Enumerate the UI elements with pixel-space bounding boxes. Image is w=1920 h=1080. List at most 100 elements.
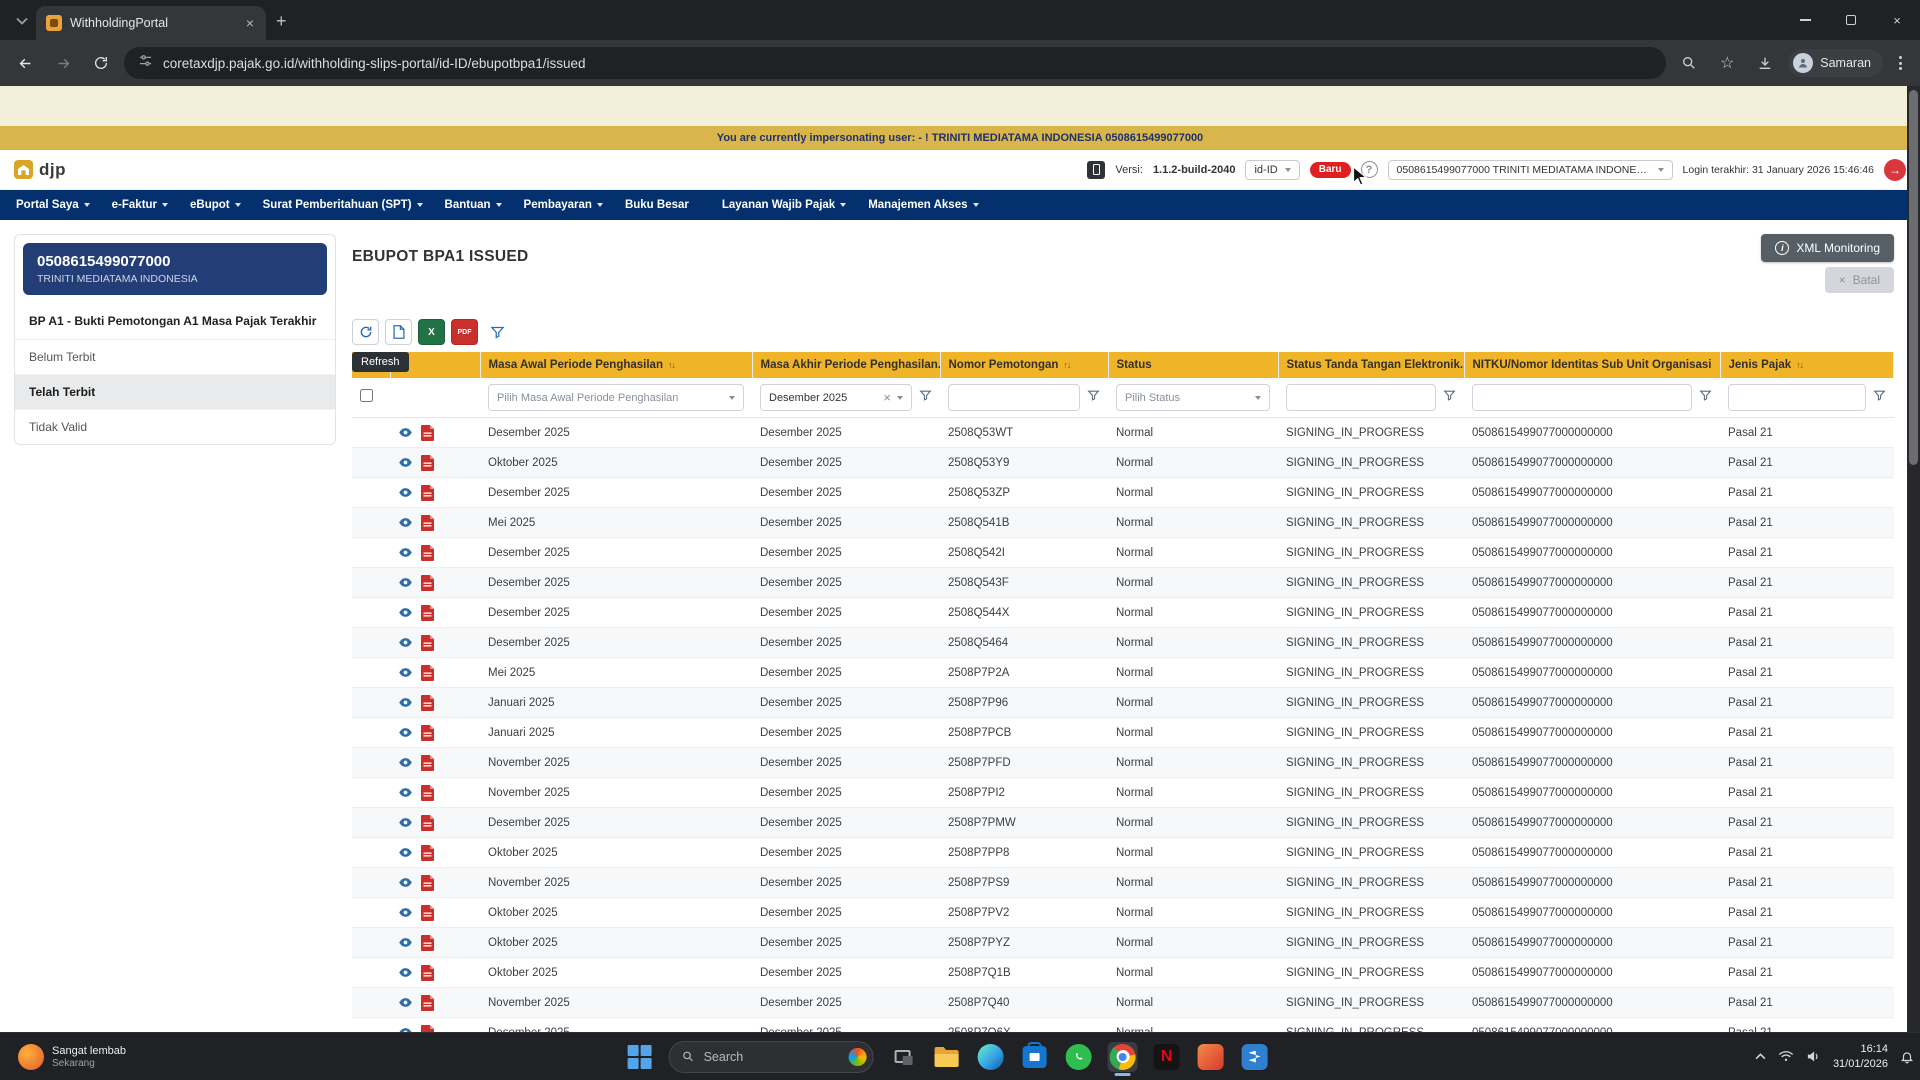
mobile-device-icon[interactable]	[1087, 160, 1106, 179]
masa-akhir-filter-select[interactable]: Desember 2025 ×	[760, 384, 912, 411]
file-explorer-icon[interactable]	[932, 1042, 962, 1072]
sort-icon[interactable]: ↑↓	[668, 360, 676, 370]
sidebar-filter-item[interactable]: Belum Terbit	[15, 340, 335, 375]
funnel-icon[interactable]	[1699, 389, 1712, 407]
bookmark-star-icon[interactable]: ☆	[1712, 48, 1742, 78]
sidebar-filter-item[interactable]: Telah Terbit	[15, 375, 335, 410]
site-settings-icon[interactable]	[138, 53, 153, 73]
browser-profile-chip[interactable]: Samaran	[1788, 49, 1883, 77]
start-button[interactable]	[625, 1042, 655, 1072]
funnel-icon[interactable]	[1087, 389, 1100, 407]
masa-awal-filter-select[interactable]: Pilih Masa Awal Periode Penghasilan	[488, 384, 744, 411]
pdf-download-icon[interactable]	[421, 724, 434, 741]
status-tte-filter-input[interactable]	[1286, 384, 1436, 411]
search-lens-icon[interactable]	[1674, 48, 1704, 78]
tray-chevron-icon[interactable]	[1755, 1053, 1766, 1060]
edge-icon[interactable]	[976, 1042, 1006, 1072]
funnel-icon[interactable]	[919, 389, 932, 407]
close-button[interactable]: ×	[1874, 0, 1920, 40]
status-filter-select[interactable]: Pilih Status	[1116, 384, 1270, 411]
nav-menu-item[interactable]: Bantuan	[445, 199, 502, 211]
task-view-icon[interactable]	[888, 1042, 918, 1072]
sort-icon[interactable]: ↑↓	[1063, 360, 1071, 370]
view-icon[interactable]	[398, 485, 413, 500]
view-icon[interactable]	[398, 965, 413, 980]
nav-menu-item[interactable]: e-Faktur	[112, 199, 169, 211]
browser-menu-icon[interactable]	[1891, 56, 1910, 70]
locale-select[interactable]: id-ID	[1245, 159, 1300, 180]
app-icon-red[interactable]: N	[1152, 1042, 1182, 1072]
pdf-download-icon[interactable]	[421, 754, 434, 771]
export-file-button[interactable]	[385, 319, 412, 345]
pdf-download-icon[interactable]	[421, 1024, 434, 1032]
view-icon[interactable]	[398, 665, 413, 680]
refresh-button[interactable]	[352, 319, 379, 345]
header-jenis-pajak[interactable]: Jenis Pajak ↑↓	[1720, 352, 1894, 378]
view-icon[interactable]	[398, 995, 413, 1010]
select-all-checkbox[interactable]	[360, 388, 373, 402]
xml-monitoring-button[interactable]: i XML Monitoring	[1761, 234, 1894, 262]
sidebar-filter-item[interactable]: Tidak Valid	[15, 410, 335, 444]
pdf-download-icon[interactable]	[421, 604, 434, 621]
tab-search-chevron-icon[interactable]	[8, 7, 36, 35]
taskbar-search[interactable]: Search	[668, 1040, 874, 1073]
app-icon-orange[interactable]	[1196, 1042, 1226, 1072]
chrome-icon[interactable]	[1107, 1041, 1138, 1076]
download-icon[interactable]	[1750, 48, 1780, 78]
nav-menu-item[interactable]: Manajemen Akses	[868, 199, 979, 211]
header-masa-akhir[interactable]: Masa Akhir Periode Penghasilan...↑↓	[752, 352, 941, 378]
view-icon[interactable]	[398, 755, 413, 770]
account-select[interactable]: 0508615499077000 TRINITI MEDIATAMA INDON…	[1387, 159, 1673, 180]
nomor-pemotongan-filter-input[interactable]	[948, 384, 1080, 411]
funnel-icon[interactable]	[1443, 389, 1456, 407]
view-icon[interactable]	[398, 455, 413, 470]
volume-icon[interactable]	[1806, 1050, 1821, 1063]
view-icon[interactable]	[398, 695, 413, 710]
nitku-filter-input[interactable]	[1472, 384, 1692, 411]
new-tab-button[interactable]: +	[276, 11, 287, 32]
whatsapp-icon[interactable]	[1064, 1042, 1094, 1072]
pdf-download-icon[interactable]	[421, 904, 434, 921]
nav-menu-item[interactable]: Buku Besar	[625, 199, 700, 211]
view-icon[interactable]	[398, 545, 413, 560]
wifi-icon[interactable]	[1778, 1050, 1794, 1063]
view-icon[interactable]	[398, 905, 413, 920]
cancel-button[interactable]: × Batal	[1824, 267, 1894, 293]
tab-close-icon[interactable]: ×	[244, 14, 256, 32]
view-icon[interactable]	[398, 845, 413, 860]
microsoft-store-icon[interactable]	[1020, 1041, 1050, 1072]
view-icon[interactable]	[398, 725, 413, 740]
browser-tab[interactable]: WithholdingPortal ×	[36, 6, 266, 40]
logout-icon[interactable]: →	[1884, 158, 1906, 181]
pdf-download-icon[interactable]	[421, 694, 434, 711]
maximize-button[interactable]	[1828, 0, 1874, 40]
jenis-pajak-filter-input[interactable]	[1728, 384, 1866, 411]
page-scrollbar[interactable]	[1907, 86, 1920, 1032]
pdf-download-icon[interactable]	[421, 934, 434, 951]
pdf-download-icon[interactable]	[421, 994, 434, 1011]
minimize-button[interactable]	[1782, 0, 1828, 40]
taskbar-clock[interactable]: 16:14 31/01/2026	[1833, 1042, 1888, 1072]
view-icon[interactable]	[398, 815, 413, 830]
pdf-download-icon[interactable]	[421, 484, 434, 501]
view-icon[interactable]	[398, 605, 413, 620]
funnel-icon[interactable]	[1872, 389, 1886, 407]
pdf-download-icon[interactable]	[421, 874, 434, 891]
view-icon[interactable]	[398, 515, 413, 530]
pdf-download-icon[interactable]	[421, 964, 434, 981]
view-icon[interactable]	[398, 635, 413, 650]
weather-widget[interactable]: Sangat lembab Sekarang	[10, 1033, 134, 1080]
export-excel-button[interactable]: X	[418, 319, 445, 345]
nav-menu-item[interactable]: Pembayaran	[524, 199, 603, 211]
pdf-download-icon[interactable]	[421, 814, 434, 831]
view-icon[interactable]	[398, 1025, 413, 1032]
nav-menu-item[interactable]: eBupot	[190, 199, 241, 211]
app-icon-blue[interactable]	[1240, 1042, 1270, 1072]
pdf-download-icon[interactable]	[421, 574, 434, 591]
clear-filter-icon[interactable]: ×	[883, 391, 891, 404]
pdf-download-icon[interactable]	[421, 844, 434, 861]
header-masa-awal[interactable]: Masa Awal Periode Penghasilan ↑↓	[480, 352, 753, 378]
pdf-download-icon[interactable]	[421, 424, 434, 441]
scrollbar-thumb[interactable]	[1909, 90, 1918, 465]
view-icon[interactable]	[398, 785, 413, 800]
